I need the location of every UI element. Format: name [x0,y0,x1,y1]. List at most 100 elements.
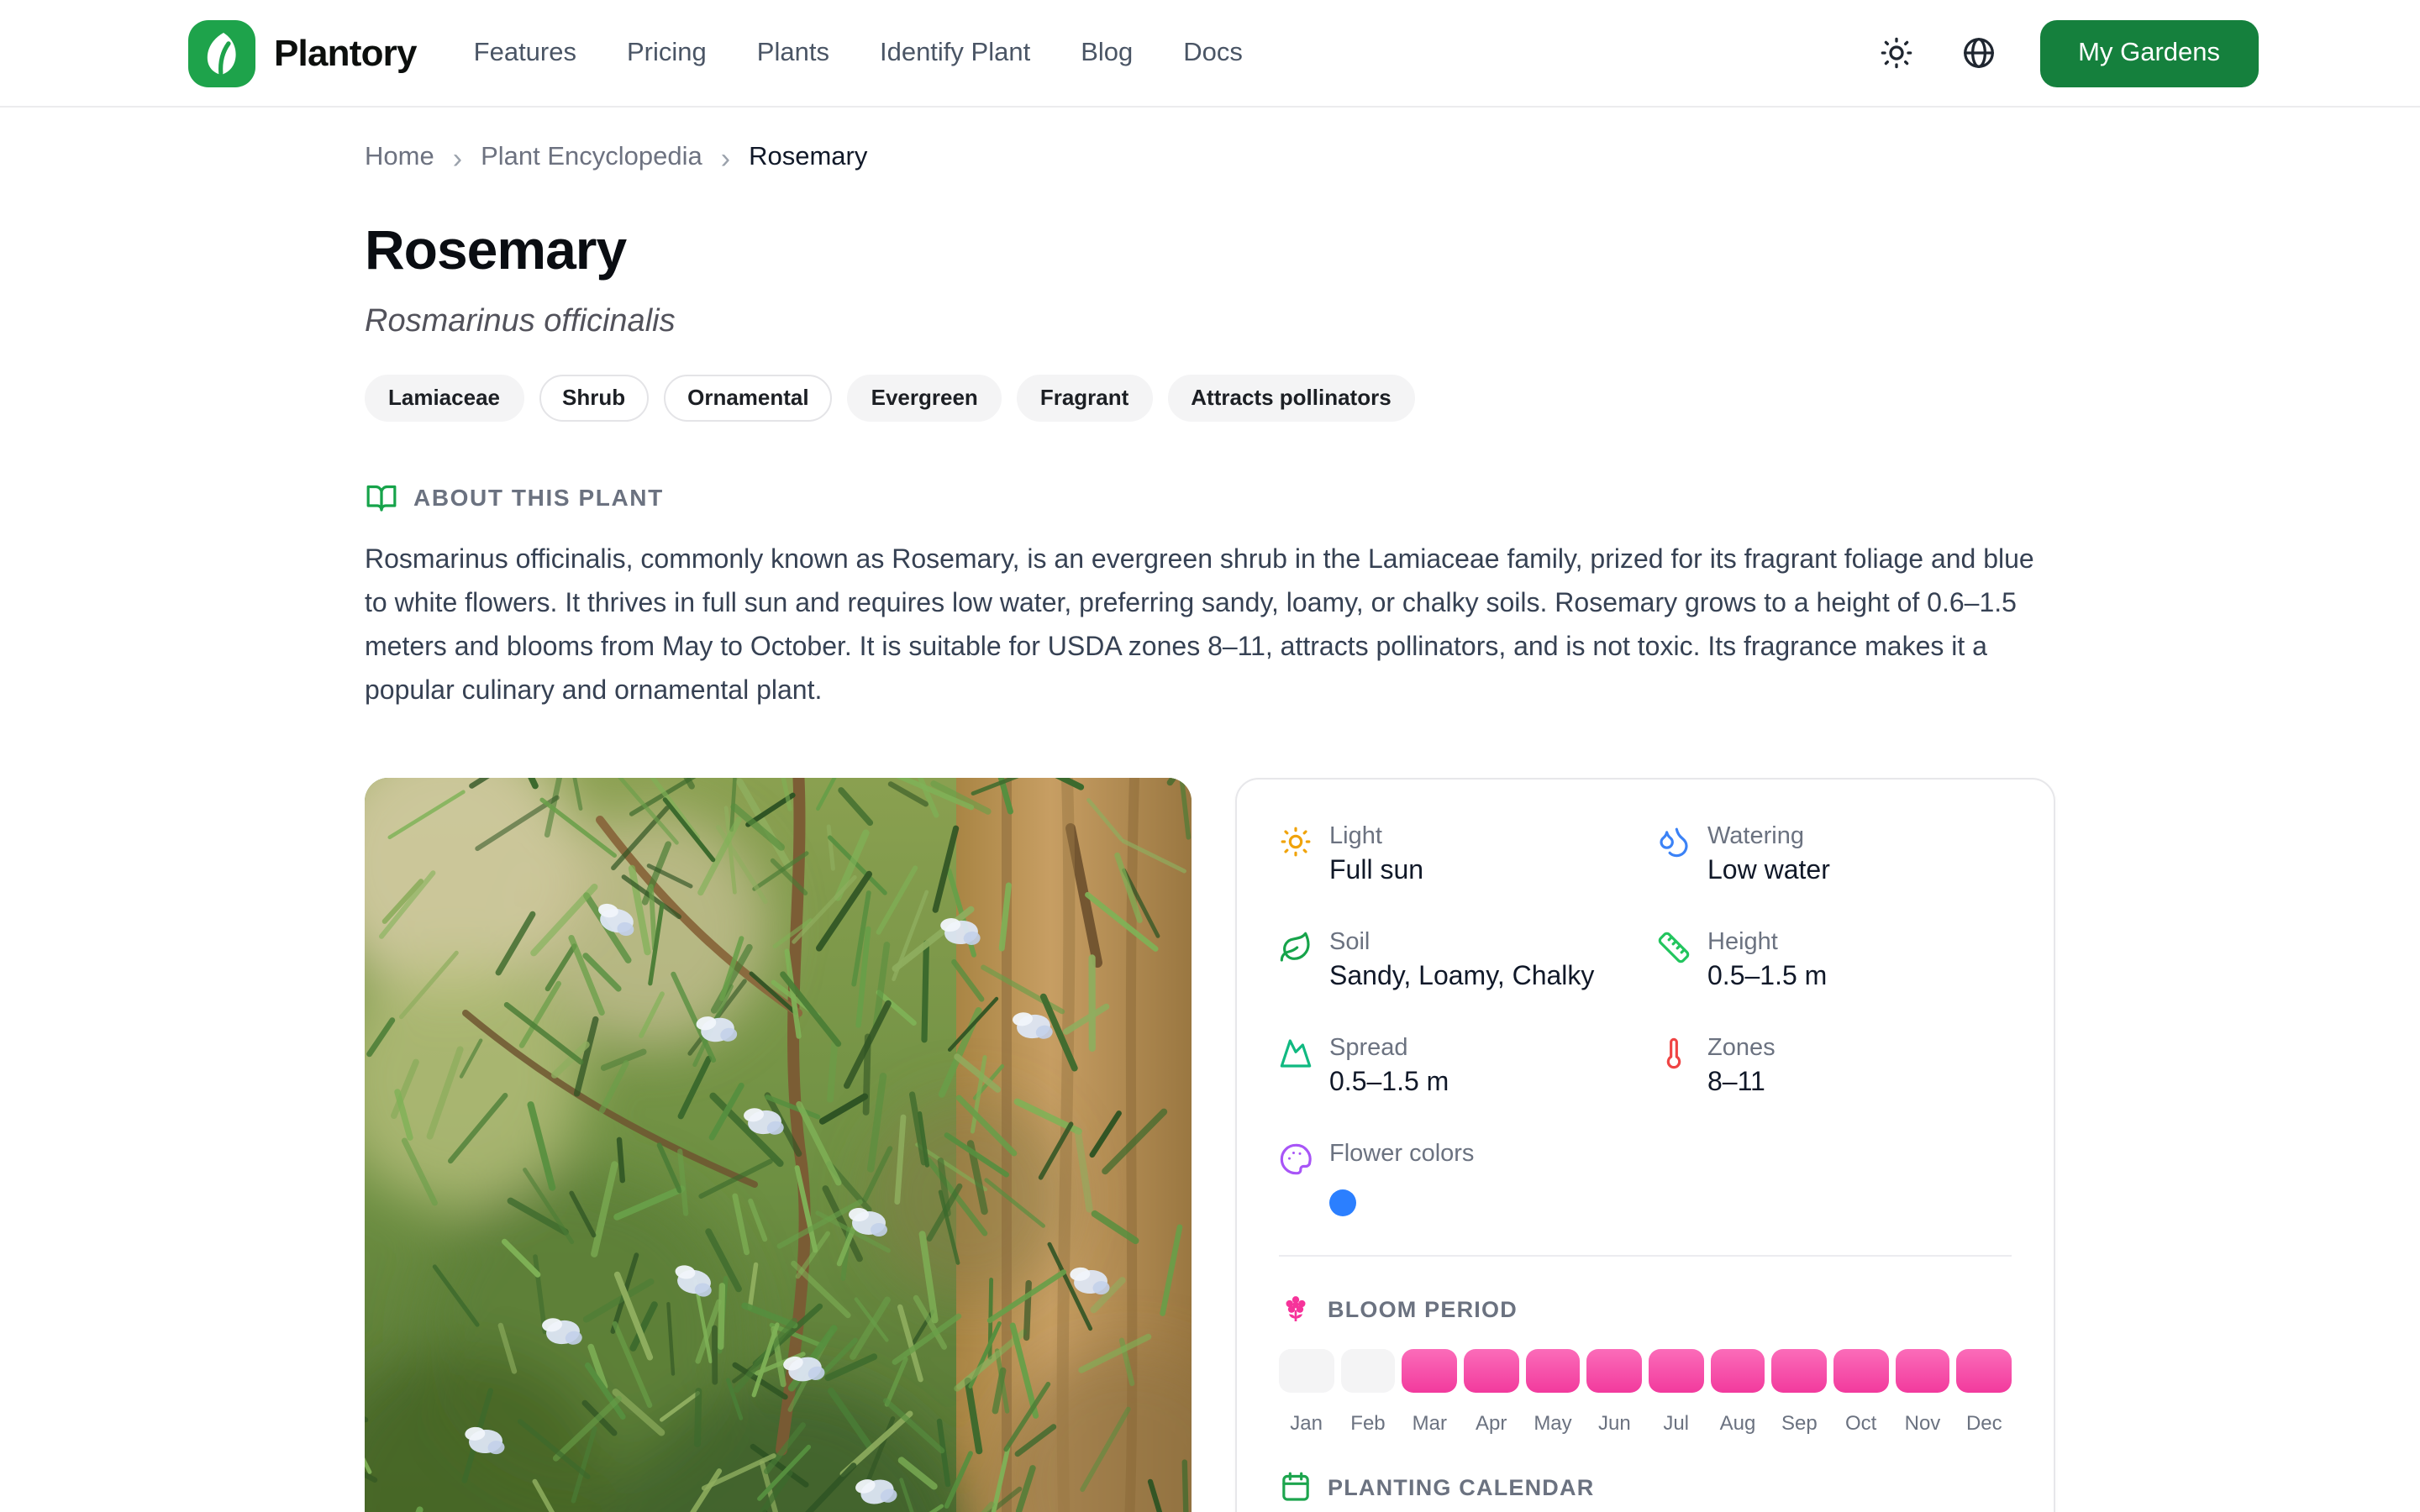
fact-label: Watering [1707,824,1830,851]
bloom-period-heading: BLOOM PERIOD [1328,1297,1518,1322]
main-nav: Features Pricing Plants Identify Plant B… [474,38,1243,68]
nav-item-features[interactable]: Features [474,38,576,68]
droplets-icon [1657,826,1691,888]
brand[interactable]: Plantory [188,19,417,87]
fact-zones: Zones 8–11 [1657,1036,2012,1100]
month-label: Jul [1649,1412,1703,1436]
month-cell [1464,1350,1518,1394]
bloom-month-labels: Jan Feb Mar Apr May Jun Jul Aug Sep Oct … [1279,1412,2012,1436]
month-cell [1710,1350,1765,1394]
media-row: 28/30 Light Full sun [365,779,2055,1512]
globe-icon [1960,35,1996,71]
month-label: Jun [1587,1412,1642,1436]
nav-item-identify-plant[interactable]: Identify Plant [880,38,1030,68]
tag-shrub[interactable]: Shrub [539,375,649,423]
fact-watering: Watering Low water [1657,824,2012,888]
month-cell [1772,1350,1827,1394]
fact-spread: Spread 0.5–1.5 m [1279,1036,1634,1100]
month-label: Mar [1402,1412,1457,1436]
bloom-period: BLOOM PERIOD [1279,1293,2012,1436]
chevron-right-icon: › [453,144,462,172]
sun-icon [1279,826,1313,888]
tag-lamiaceae[interactable]: Lamiaceae [365,375,523,423]
card-divider [1279,1256,2012,1257]
month-cell [1402,1350,1457,1394]
tag-evergreen[interactable]: Evergreen [848,375,1002,423]
page-title: Rosemary [365,218,2055,282]
fact-flower-colors: Flower colors [1279,1142,2012,1177]
planting-calendar: PLANTING CALENDAR [1279,1471,2012,1512]
month-cell [1957,1350,2012,1394]
plant-facts-card: Light Full sun Watering [1235,779,2055,1512]
about-heading-text: ABOUT THIS PLANT [413,485,664,512]
fact-value: Sandy, Loamy, Chalky [1329,963,1594,994]
tag-attracts-pollinators[interactable]: Attracts pollinators [1167,375,1414,423]
month-label: Feb [1340,1412,1395,1436]
month-cell [1279,1350,1334,1394]
fact-label: Light [1329,824,1423,851]
plantory-logo-icon [188,19,255,87]
breadcrumb-current: Rosemary [749,143,867,173]
flower-color-swatch [1329,1190,1356,1217]
about-text: Rosmarinus officinalis, commonly known a… [365,540,2055,715]
brand-name: Plantory [274,31,417,75]
planting-calendar-heading: PLANTING CALENDAR [1328,1475,1594,1500]
my-gardens-button[interactable]: My Gardens [2039,19,2259,87]
sun-icon [1878,35,1913,71]
breadcrumb: Home › Plant Encyclopedia › Rosemary [365,143,2055,173]
month-label: May [1525,1412,1580,1436]
mountain-icon [1279,1037,1313,1100]
fact-value: 8–11 [1707,1069,1776,1100]
fact-value: 0.5–1.5 m [1329,1069,1449,1100]
page: Plantory Features Pricing Plants Identif… [0,0,2420,1512]
top-nav: Plantory Features Pricing Plants Identif… [0,0,2420,108]
fact-label: Spread [1329,1036,1449,1063]
latin-name: Rosmarinus officinalis [365,304,2055,341]
plant-photo[interactable]: 28/30 [365,779,1192,1512]
month-cell [1587,1350,1642,1394]
month-label: Aug [1710,1412,1765,1436]
theme-toggle-button[interactable] [1875,32,1917,74]
fact-soil: Soil Sandy, Loamy, Chalky [1279,930,1634,994]
breadcrumb-plant-encyclopedia[interactable]: Plant Encyclopedia [481,143,702,173]
month-label: Oct [1833,1412,1888,1436]
palette-icon [1279,1143,1313,1177]
nav-item-plants[interactable]: Plants [757,38,829,68]
month-cell [1833,1350,1888,1394]
fact-height: Height 0.5–1.5 m [1657,930,2012,994]
main-content: Home › Plant Encyclopedia › Rosemary Ros… [365,108,2055,1512]
plant-photo-art [365,779,1192,1512]
fact-value: Full sun [1329,858,1423,888]
breadcrumb-home[interactable]: Home [365,143,434,173]
month-label: Nov [1895,1412,1949,1436]
thermometer-icon [1657,1037,1691,1100]
nav-item-pricing[interactable]: Pricing [627,38,707,68]
ruler-icon [1657,932,1691,994]
language-button[interactable] [1957,32,1999,74]
fact-value: Low water [1707,858,1830,888]
fact-label: Flower colors [1329,1142,1474,1168]
fact-light: Light Full sun [1279,824,1634,888]
month-label: Dec [1957,1412,2012,1436]
tag-fragrant[interactable]: Fragrant [1017,375,1152,423]
flower-icon [1279,1293,1313,1326]
fact-label: Soil [1329,930,1594,957]
month-cell [1525,1350,1580,1394]
month-cell [1895,1350,1949,1394]
book-open-icon [365,481,398,515]
nav-item-docs[interactable]: Docs [1183,38,1243,68]
month-label: Sep [1772,1412,1827,1436]
bloom-cells [1279,1350,2012,1394]
tag-list: Lamiaceae Shrub Ornamental Evergreen Fra… [365,375,2055,423]
month-label: Jan [1279,1412,1334,1436]
about-heading: ABOUT THIS PLANT [365,481,2055,515]
calendar-icon [1279,1471,1313,1504]
nav-item-blog[interactable]: Blog [1081,38,1133,68]
month-cell [1340,1350,1395,1394]
fact-value: 0.5–1.5 m [1707,963,1827,994]
tag-ornamental[interactable]: Ornamental [664,375,833,423]
month-cell [1649,1350,1703,1394]
fact-label: Zones [1707,1036,1776,1063]
fact-label: Height [1707,930,1827,957]
flower-color-dots [1329,1190,2012,1217]
